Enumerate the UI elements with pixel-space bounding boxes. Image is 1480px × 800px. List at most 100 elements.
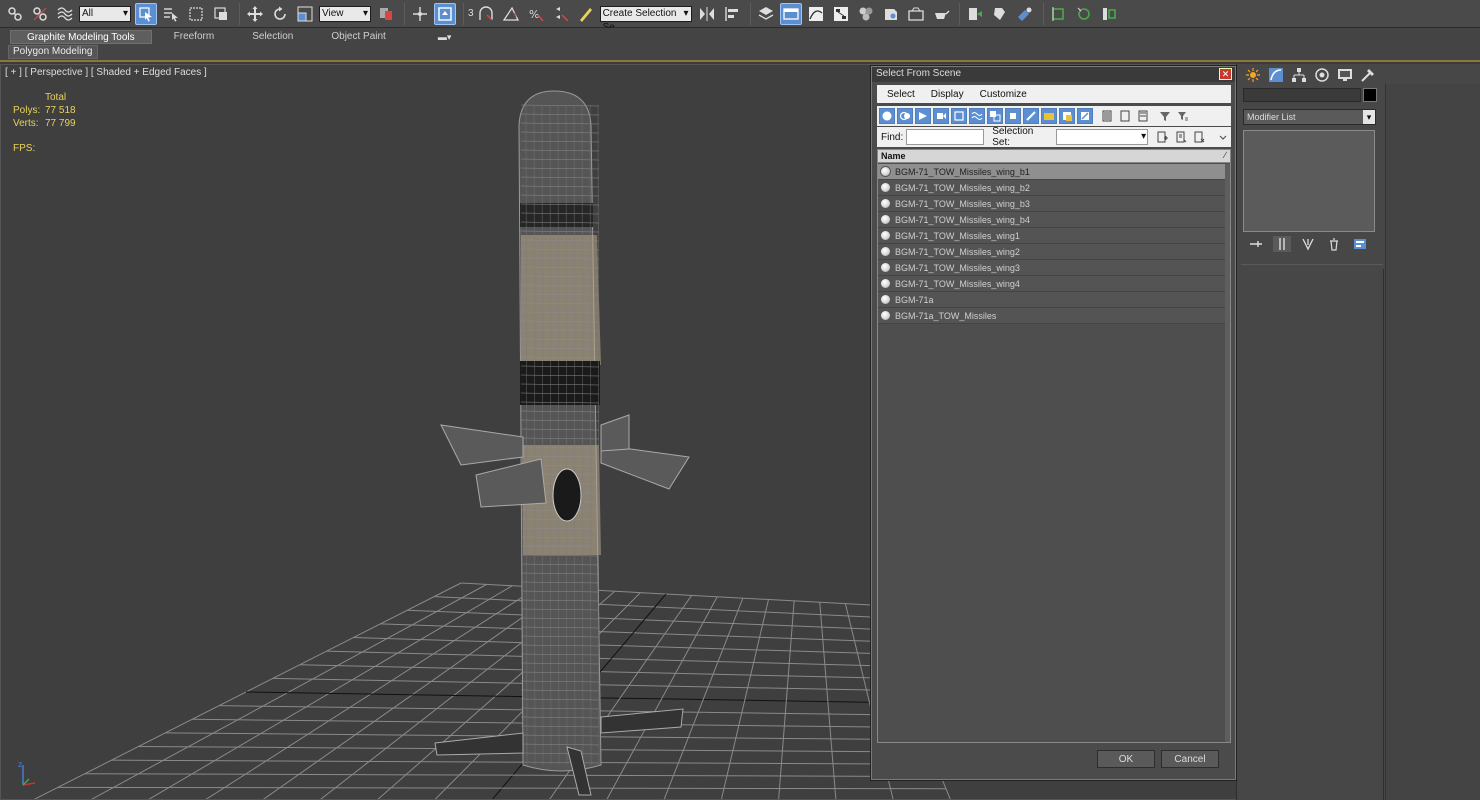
display-geometry-icon[interactable] bbox=[879, 108, 895, 124]
window-crossing-icon[interactable] bbox=[210, 3, 232, 25]
create-selection-set-icon[interactable] bbox=[1154, 129, 1170, 145]
layer-manager-icon[interactable] bbox=[755, 3, 777, 25]
bind-to-space-warp-icon[interactable] bbox=[54, 3, 76, 25]
list-item[interactable]: BGM-71_TOW_Missiles_wing_b2 bbox=[878, 180, 1230, 196]
toggle-ribbon-icon[interactable] bbox=[779, 2, 802, 25]
named-selection-sets-dropdown[interactable]: Create Selection Se bbox=[599, 5, 692, 33]
chevron-down-icon[interactable] bbox=[1215, 129, 1231, 145]
display-tab-icon[interactable] bbox=[1335, 66, 1355, 84]
extra-tool-3-icon[interactable] bbox=[1014, 3, 1036, 25]
select-and-manipulate-icon[interactable] bbox=[409, 3, 431, 25]
add-to-selection-set-icon[interactable] bbox=[1173, 129, 1189, 145]
list-item[interactable]: BGM-71_TOW_Missiles_wing_b1 bbox=[878, 164, 1230, 180]
keyboard-shortcut-override-icon[interactable] bbox=[434, 2, 456, 25]
object-name-field[interactable] bbox=[1243, 88, 1361, 102]
extra-tool-5-icon[interactable] bbox=[1073, 3, 1095, 25]
list-scrollbar[interactable] bbox=[1225, 164, 1230, 742]
tab-freeform[interactable]: Freeform bbox=[158, 30, 231, 44]
angle-snap-toggle-icon[interactable] bbox=[500, 3, 522, 25]
select-by-name-icon[interactable] bbox=[160, 3, 182, 25]
use-pivot-center-icon[interactable] bbox=[375, 3, 397, 25]
motion-tab-icon[interactable] bbox=[1312, 66, 1332, 84]
list-item[interactable]: BGM-71_TOW_Missiles_wing3 bbox=[878, 260, 1230, 276]
invert-display-icon[interactable] bbox=[1135, 108, 1151, 124]
selection-filter-dropdown[interactable]: All bbox=[79, 5, 131, 22]
select-and-scale-icon[interactable] bbox=[294, 3, 316, 25]
remove-modifier-icon[interactable] bbox=[1325, 236, 1343, 252]
ok-button[interactable]: OK bbox=[1097, 750, 1155, 768]
list-item[interactable]: BGM-71_TOW_Missiles_wing2 bbox=[878, 244, 1230, 260]
ribbon-panel-polygon-modeling[interactable]: Polygon Modeling bbox=[8, 45, 98, 59]
material-editor-icon[interactable] bbox=[855, 3, 877, 25]
extra-tool-2-icon[interactable] bbox=[989, 3, 1011, 25]
spinner-snap-toggle-icon[interactable] bbox=[550, 3, 572, 25]
configure-modifier-sets-icon[interactable] bbox=[1351, 236, 1369, 252]
select-and-link-icon[interactable] bbox=[4, 3, 26, 25]
align-icon[interactable] bbox=[721, 3, 743, 25]
make-unique-icon[interactable] bbox=[1299, 236, 1317, 252]
show-end-result-icon[interactable] bbox=[1273, 236, 1291, 252]
tab-selection[interactable]: Selection bbox=[236, 30, 309, 44]
unlink-selection-icon[interactable] bbox=[29, 3, 51, 25]
display-xrefs-icon[interactable] bbox=[1005, 108, 1021, 124]
schematic-view-icon[interactable] bbox=[830, 3, 852, 25]
list-item[interactable]: BGM-71a bbox=[878, 292, 1230, 308]
extra-tool-1-icon[interactable] bbox=[964, 3, 986, 25]
ribbon-options-dropdown[interactable]: ▬▾ bbox=[438, 30, 460, 44]
select-and-move-icon[interactable] bbox=[244, 3, 266, 25]
mirror-icon[interactable] bbox=[696, 3, 718, 25]
select-and-rotate-icon[interactable] bbox=[269, 3, 291, 25]
percent-snap-toggle-icon[interactable]: % bbox=[525, 3, 547, 25]
list-item[interactable]: BGM-71_TOW_Missiles_wing4 bbox=[878, 276, 1230, 292]
display-all-icon[interactable] bbox=[1099, 108, 1115, 124]
cancel-button[interactable]: Cancel bbox=[1161, 750, 1219, 768]
modify-tab-icon[interactable] bbox=[1266, 66, 1286, 84]
curve-editor-icon[interactable] bbox=[805, 3, 827, 25]
display-space-warps-icon[interactable] bbox=[969, 108, 985, 124]
menu-display[interactable]: Display bbox=[931, 89, 964, 100]
select-object-icon[interactable] bbox=[135, 2, 157, 25]
create-tab-icon[interactable] bbox=[1243, 66, 1263, 84]
utilities-tab-icon[interactable] bbox=[1358, 66, 1378, 84]
display-cameras-icon[interactable] bbox=[933, 108, 949, 124]
modifier-stack[interactable] bbox=[1243, 130, 1375, 232]
pin-stack-icon[interactable] bbox=[1247, 236, 1265, 252]
missile-model[interactable] bbox=[434, 90, 690, 796]
display-shapes-icon[interactable] bbox=[897, 108, 913, 124]
dialog-titlebar[interactable]: Select From Scene ✕ bbox=[872, 67, 1235, 82]
selection-set-dropdown[interactable] bbox=[1055, 129, 1149, 145]
render-setup-icon[interactable] bbox=[880, 3, 902, 25]
reference-coordinate-dropdown[interactable]: View bbox=[319, 5, 371, 22]
extra-tool-6-icon[interactable] bbox=[1098, 3, 1120, 25]
display-lights-icon[interactable] bbox=[915, 108, 931, 124]
display-bones-icon[interactable] bbox=[1023, 108, 1039, 124]
object-color-swatch[interactable] bbox=[1363, 88, 1377, 102]
display-frozen-icon[interactable] bbox=[1059, 108, 1075, 124]
display-none-icon[interactable] bbox=[1117, 108, 1133, 124]
list-header[interactable]: Name ∕ bbox=[878, 150, 1230, 163]
display-hidden-icon[interactable] bbox=[1077, 108, 1093, 124]
render-production-icon[interactable] bbox=[930, 3, 952, 25]
filter-icon[interactable] bbox=[1157, 108, 1173, 124]
column-header-name[interactable]: Name bbox=[881, 151, 906, 161]
menu-customize[interactable]: Customize bbox=[980, 89, 1027, 100]
display-containers-icon[interactable] bbox=[1041, 108, 1057, 124]
rendered-frame-window-icon[interactable] bbox=[905, 3, 927, 25]
rectangular-selection-region-icon[interactable] bbox=[185, 3, 207, 25]
list-item[interactable]: BGM-71_TOW_Missiles_wing1 bbox=[878, 228, 1230, 244]
list-item[interactable]: BGM-71_TOW_Missiles_wing_b3 bbox=[878, 196, 1230, 212]
extra-tool-4-icon[interactable] bbox=[1048, 3, 1070, 25]
modifier-list-dropdown[interactable]: Modifier List ▾ bbox=[1243, 109, 1376, 125]
tab-graphite-modeling-tools[interactable]: Graphite Modeling Tools bbox=[10, 30, 152, 44]
remove-from-selection-set-icon[interactable] bbox=[1192, 129, 1208, 145]
list-item[interactable]: BGM-71a_TOW_Missiles bbox=[878, 308, 1230, 324]
tab-object-paint[interactable]: Object Paint bbox=[315, 30, 401, 44]
list-item[interactable]: BGM-71_TOW_Missiles_wing_b4 bbox=[878, 212, 1230, 228]
scene-object-list[interactable]: Name ∕ BGM-71_TOW_Missiles_wing_b1 BGM-7… bbox=[877, 149, 1231, 743]
filter-options-icon[interactable] bbox=[1175, 108, 1191, 124]
hierarchy-tab-icon[interactable] bbox=[1289, 66, 1309, 84]
viewport-label[interactable]: [ + ] [ Perspective ] [ Shaded + Edged F… bbox=[5, 67, 207, 78]
display-helpers-icon[interactable] bbox=[951, 108, 967, 124]
snaps-toggle-icon[interactable] bbox=[475, 3, 497, 25]
display-groups-icon[interactable] bbox=[987, 108, 1003, 124]
